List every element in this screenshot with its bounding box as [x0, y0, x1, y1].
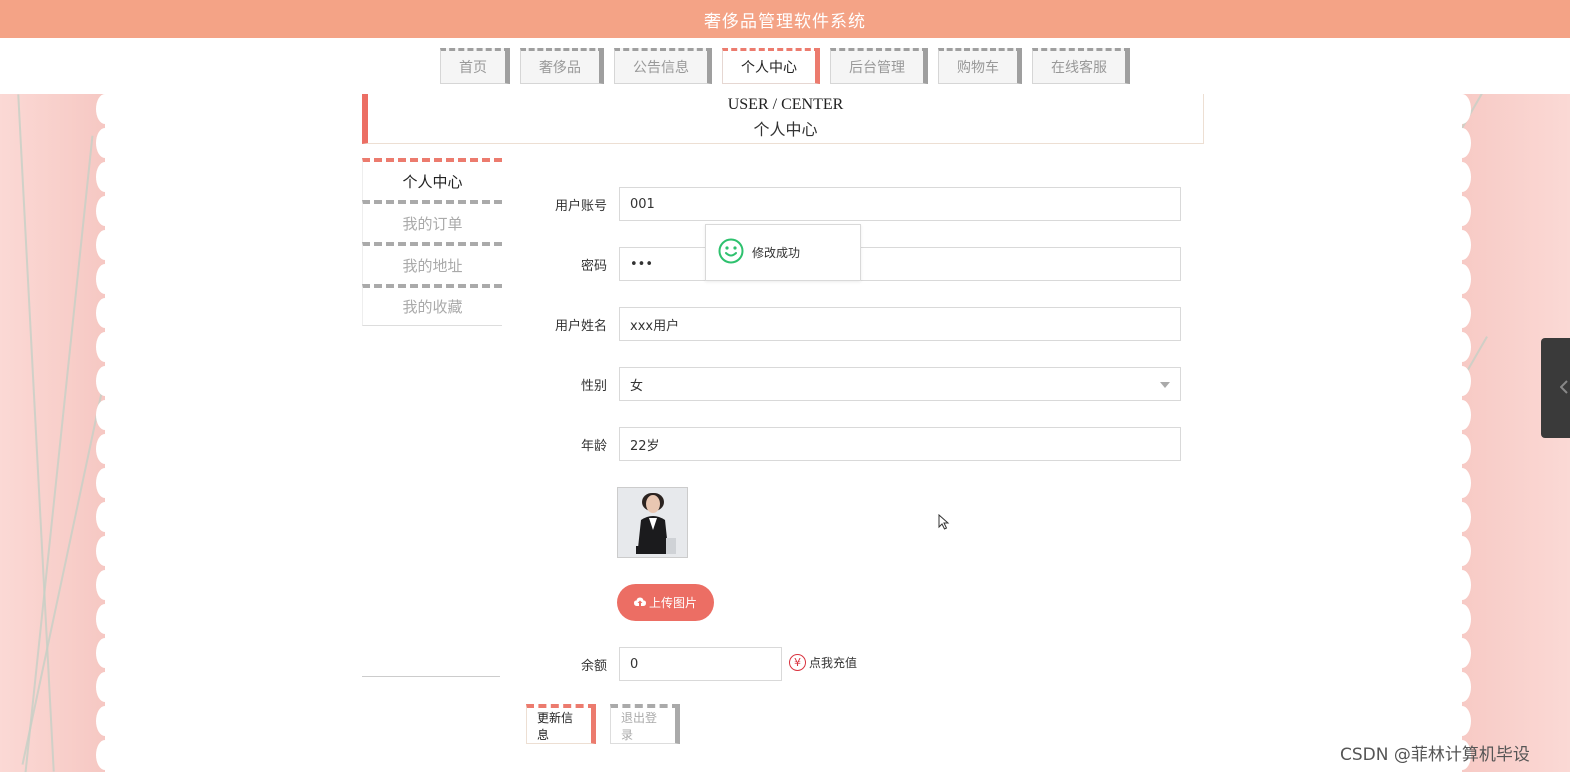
account-label: 用户账号	[554, 198, 607, 214]
mouse-cursor-icon	[938, 513, 950, 534]
avatar-image	[617, 487, 688, 558]
side-item-address[interactable]: 我的地址	[362, 242, 502, 284]
gender-value: 女	[630, 378, 644, 394]
nav-item-notice[interactable]: 公告信息	[614, 48, 712, 84]
success-toast: 修改成功	[705, 224, 861, 281]
nav-item-luxury[interactable]: 奢侈品	[520, 48, 604, 84]
chevron-left-icon	[1559, 379, 1568, 398]
side-divider	[362, 676, 500, 677]
logout-button[interactable]: 退出登录	[610, 704, 680, 744]
breadcrumb: USER / CENTER 个人中心	[362, 94, 1204, 144]
balance-row: 余额 0	[535, 646, 782, 682]
name-row: 用户姓名 xxx用户	[535, 306, 1181, 342]
upload-label: 上传图片	[648, 596, 697, 610]
gender-select[interactable]: 女	[619, 367, 1181, 401]
name-input[interactable]: xxx用户	[619, 307, 1181, 341]
main-nav: 首页 奢侈品 公告信息 个人中心 后台管理 购物车 在线客服	[0, 38, 1570, 94]
side-item-user-center[interactable]: 个人中心	[362, 158, 502, 200]
app-header: 奢侈品管理软件系统	[0, 0, 1570, 38]
side-menu: 个人中心 我的订单 我的地址 我的收藏	[362, 158, 502, 326]
breadcrumb-en: USER / CENTER	[727, 96, 844, 113]
side-item-favorites[interactable]: 我的收藏	[362, 284, 502, 326]
password-label: 密码	[580, 258, 607, 274]
gender-label: 性别	[580, 378, 607, 394]
cloud-upload-icon	[633, 596, 646, 610]
nav-item-admin[interactable]: 后台管理	[830, 48, 928, 84]
side-item-orders[interactable]: 我的订单	[362, 200, 502, 242]
left-decoration	[0, 94, 105, 772]
name-label: 用户姓名	[554, 318, 607, 334]
side-panel-toggle[interactable]	[1541, 338, 1570, 438]
recharge-link[interactable]: ¥ 点我充值	[789, 654, 857, 671]
nav-item-cart[interactable]: 购物车	[938, 48, 1022, 84]
balance-label: 余额	[580, 658, 607, 674]
upload-image-button[interactable]: 上传图片	[617, 584, 714, 621]
toast-message: 修改成功	[752, 246, 801, 260]
nav-item-home[interactable]: 首页	[440, 48, 510, 84]
age-row: 年龄 22岁	[535, 426, 1181, 462]
account-row: 用户账号 001	[535, 186, 1181, 222]
password-input[interactable]: •••	[619, 247, 1181, 281]
breadcrumb-cn: 个人中心	[753, 120, 818, 139]
recharge-label: 点我充值	[809, 656, 858, 670]
smile-icon	[718, 238, 744, 267]
nav-item-user-center[interactable]: 个人中心	[722, 48, 820, 84]
chevron-down-icon	[1160, 382, 1170, 388]
update-info-button[interactable]: 更新信息	[526, 704, 596, 744]
age-label: 年龄	[580, 438, 607, 454]
balance-input[interactable]: 0	[619, 647, 782, 681]
account-input[interactable]: 001	[619, 187, 1181, 221]
age-input[interactable]: 22岁	[619, 427, 1181, 461]
nav-item-support[interactable]: 在线客服	[1032, 48, 1130, 84]
app-title: 奢侈品管理软件系统	[704, 11, 866, 32]
yen-icon: ¥	[789, 654, 806, 671]
watermark-text: CSDN @菲林计算机毕设	[1340, 745, 1530, 765]
gender-row: 性别 女	[535, 366, 1181, 402]
